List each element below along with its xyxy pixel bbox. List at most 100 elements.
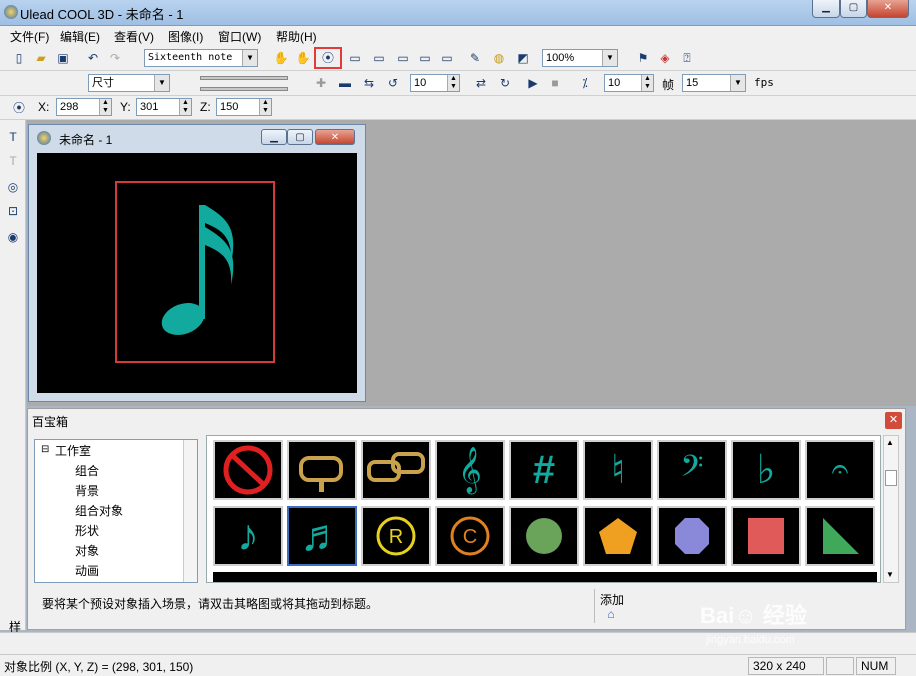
- redo-icon[interactable]: ↷: [106, 49, 124, 67]
- chevron-down-icon[interactable]: ▼: [242, 50, 257, 66]
- menu-view[interactable]: 查看(V): [114, 28, 154, 45]
- minimize-button[interactable]: ▁: [812, 0, 840, 18]
- spin-arrows-icon[interactable]: ▲ ▼: [99, 99, 111, 115]
- fps-select[interactable]: 15 ▼: [682, 74, 746, 92]
- swap-icon[interactable]: ⇆: [360, 74, 378, 92]
- vertical-slider[interactable]: [200, 87, 288, 91]
- view-front-icon[interactable]: ▭: [346, 49, 364, 67]
- scroll-up-icon[interactable]: ▲: [886, 438, 894, 447]
- select-object-icon[interactable]: ⊡: [4, 202, 22, 220]
- save-icon[interactable]: ▣: [54, 49, 72, 67]
- thumb-copyright[interactable]: C: [435, 506, 505, 566]
- globe-icon[interactable]: ◍: [490, 49, 508, 67]
- view-right-icon[interactable]: ▭: [416, 49, 434, 67]
- thumb-circle[interactable]: [509, 506, 579, 566]
- tree-item-group-object[interactable]: 组合对象: [75, 502, 123, 519]
- thumb-registered[interactable]: R: [361, 506, 431, 566]
- scroll-down-icon[interactable]: ▼: [886, 570, 894, 579]
- new-file-icon[interactable]: ▯: [10, 49, 28, 67]
- thumb-triangle[interactable]: [805, 506, 875, 566]
- add-to-scene-icon[interactable]: ⌂: [602, 605, 620, 623]
- thumb-mailbox[interactable]: [287, 440, 357, 500]
- insert-object-icon[interactable]: ◎: [4, 178, 22, 196]
- y-spin[interactable]: 301 ▲ ▼: [136, 98, 192, 116]
- object-select[interactable]: Sixteenth note ▼: [144, 49, 258, 67]
- thumb-octagon[interactable]: [657, 506, 727, 566]
- tree-scrollbar[interactable]: [183, 440, 197, 582]
- text-tool-icon[interactable]: T: [4, 128, 22, 146]
- menu-help[interactable]: 帮助(H): [276, 28, 317, 45]
- size-mode-icon[interactable]: ⦿: [10, 99, 28, 117]
- tree-item-object[interactable]: 对象: [75, 542, 99, 559]
- render-canvas[interactable]: [37, 153, 357, 393]
- thumb-eighth-note[interactable]: ♪: [213, 506, 283, 566]
- thumb-sixteenth-note[interactable]: ♬: [287, 506, 357, 566]
- doc-maximize-button[interactable]: ▢: [287, 129, 313, 145]
- zoom-select[interactable]: 100% ▼: [542, 49, 618, 67]
- thumb-no-smoking[interactable]: [213, 440, 283, 500]
- sixteenth-note-object[interactable]: [147, 193, 257, 353]
- spin-arrows-icon[interactable]: ▲ ▼: [179, 99, 191, 115]
- z-spin[interactable]: 150 ▲ ▼: [216, 98, 272, 116]
- render-icon[interactable]: ◩: [514, 49, 532, 67]
- palette-icon[interactable]: ◈: [656, 49, 674, 67]
- undo-icon[interactable]: ↶: [84, 49, 102, 67]
- chevron-down-icon[interactable]: ▼: [602, 50, 617, 66]
- repeat-icon[interactable]: ⇄: [472, 74, 490, 92]
- scroll-thumb[interactable]: [885, 470, 897, 486]
- tree-item-animation[interactable]: 动画: [75, 562, 99, 579]
- view-left-icon[interactable]: ▭: [394, 49, 412, 67]
- spin-arrows-icon[interactable]: ▲ ▼: [641, 75, 653, 91]
- menu-image[interactable]: 图像(I): [168, 28, 203, 45]
- geometry-icon[interactable]: ◉: [4, 228, 22, 246]
- edit-text-icon[interactable]: T: [4, 152, 22, 170]
- light-icon[interactable]: ✎: [466, 49, 484, 67]
- maximize-button[interactable]: ▢: [840, 0, 867, 18]
- panel-close-button[interactable]: ✕: [885, 412, 902, 429]
- frame-tool-icon[interactable]: ⁒: [576, 74, 594, 92]
- tree-item-background[interactable]: 背景: [75, 482, 99, 499]
- tree-item-shape[interactable]: 形状: [75, 522, 99, 539]
- play-icon[interactable]: ▶: [524, 74, 542, 92]
- size-tool-icon[interactable]: ⦿: [314, 47, 342, 69]
- chevron-down-icon[interactable]: ▼: [730, 75, 745, 91]
- thumb-mailboxes[interactable]: [361, 440, 431, 500]
- hand-move-icon[interactable]: ✋: [272, 49, 290, 67]
- spin-arrows-icon[interactable]: ▲ ▼: [447, 75, 459, 91]
- tree-root[interactable]: 工作室: [55, 442, 91, 459]
- menu-window[interactable]: 窗口(W): [218, 28, 261, 45]
- loop-icon[interactable]: ↺: [384, 74, 402, 92]
- thumb-pentagon[interactable]: [583, 506, 653, 566]
- thumbnail-scrollbar[interactable]: ▲ ▼: [883, 435, 899, 583]
- thumb-treble-clef[interactable]: 𝄞: [435, 440, 505, 500]
- view-top-icon[interactable]: ▭: [438, 49, 456, 67]
- step-spin[interactable]: 10 ▲ ▼: [410, 74, 460, 92]
- spin-arrows-icon[interactable]: ▲ ▼: [259, 99, 271, 115]
- menu-edit[interactable]: 编辑(E): [60, 28, 100, 45]
- refresh-icon[interactable]: ↻: [496, 74, 514, 92]
- tree-item-group[interactable]: 组合: [75, 462, 99, 479]
- x-spin[interactable]: 298 ▲ ▼: [56, 98, 112, 116]
- export-icon[interactable]: ⚑: [634, 49, 652, 67]
- thumb-bass-clef[interactable]: 𝄢: [657, 440, 727, 500]
- hand-rotate-icon[interactable]: ✋: [294, 49, 312, 67]
- thumb-fermata[interactable]: 𝄐: [805, 440, 875, 500]
- open-folder-icon[interactable]: ▰: [32, 49, 50, 67]
- view-back-icon[interactable]: ▭: [370, 49, 388, 67]
- thumb-sharp[interactable]: #: [509, 440, 579, 500]
- thumb-natural[interactable]: ♮: [583, 440, 653, 500]
- menu-file[interactable]: 文件(F): [10, 28, 49, 45]
- doc-minimize-button[interactable]: ▁: [261, 129, 287, 145]
- minus-icon[interactable]: ▬: [336, 74, 354, 92]
- frame-spin[interactable]: 10 ▲ ▼: [604, 74, 654, 92]
- add-icon[interactable]: ✚: [312, 74, 330, 92]
- close-button[interactable]: ✕: [867, 0, 909, 18]
- thumb-flat[interactable]: ♭: [731, 440, 801, 500]
- thumb-square[interactable]: [731, 506, 801, 566]
- horizontal-slider[interactable]: [200, 76, 288, 80]
- property-select[interactable]: 尺寸 ▼: [88, 74, 170, 92]
- doc-close-button[interactable]: ✕: [315, 129, 355, 145]
- chevron-down-icon[interactable]: ▼: [154, 75, 169, 91]
- tree-collapse-icon[interactable]: ⊟: [41, 444, 49, 455]
- stop-icon[interactable]: ■: [546, 74, 564, 92]
